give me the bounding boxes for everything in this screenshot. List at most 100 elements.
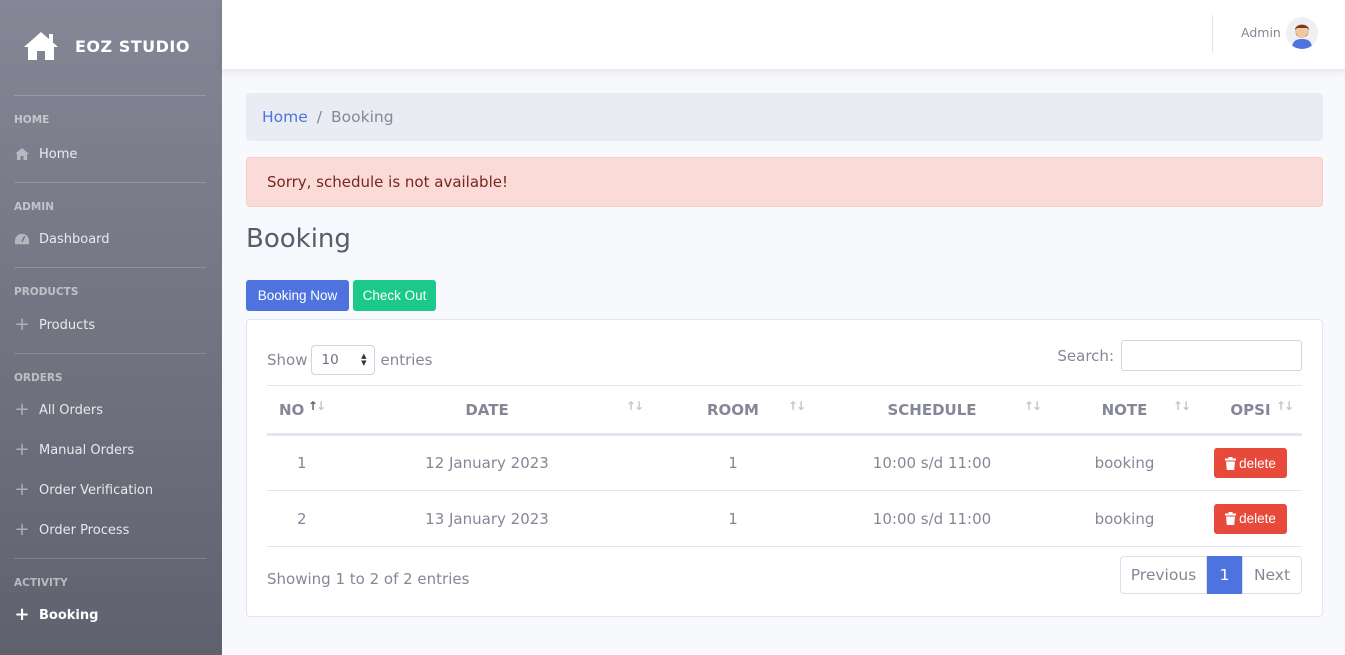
avatar[interactable] [1286, 17, 1318, 49]
search-label: Search: [1057, 346, 1114, 365]
breadcrumb-current: Booking [331, 108, 394, 126]
cell-date: 12 January 2023 [322, 434, 652, 491]
sidebar-item-dashboard[interactable]: Dashboard [0, 219, 222, 259]
brand[interactable]: EOZ STUDIO [0, 0, 222, 92]
booking-table: NO ↑↓ DATE ↑↓ ROOM ↑↓ SCHEDULE ↑↓ NOTE ↑… [267, 385, 1302, 547]
entries-label: entries [380, 351, 433, 369]
page-title: Booking [246, 224, 351, 254]
cell-opsi: delete [1199, 434, 1302, 491]
breadcrumb-separator: / [316, 108, 323, 126]
sort-icon: ↑↓ [1023, 399, 1042, 413]
show-label: Show [267, 351, 308, 369]
cell-no: 1 [267, 434, 322, 491]
pagination-next[interactable]: Next [1242, 556, 1302, 594]
sidebar-item-label: Products [39, 317, 96, 333]
breadcrumb-home-link[interactable]: Home [262, 108, 308, 126]
sidebar-divider [14, 182, 206, 183]
page-length-control: Show 10 ▲ ▼ entries [267, 345, 432, 375]
sidebar-heading-admin: ADMIN [14, 201, 54, 213]
sidebar-divider [14, 267, 206, 268]
cell-schedule: 10:00 s/d 11:00 [814, 434, 1050, 491]
cell-no: 2 [267, 490, 322, 547]
search-input[interactable] [1121, 340, 1302, 371]
plus-icon: + [14, 314, 30, 335]
pagination-previous[interactable]: Previous [1120, 556, 1207, 594]
column-header-date[interactable]: DATE ↑↓ [322, 385, 652, 436]
booking-table-card: Show 10 ▲ ▼ entries Search: NO ↑↓ DATE ↑… [246, 319, 1323, 617]
cell-note: booking [1050, 434, 1199, 491]
column-header-room[interactable]: ROOM ↑↓ [652, 385, 814, 436]
plus-icon: + [14, 399, 30, 420]
sort-icon: ↑↓ [1172, 399, 1191, 413]
sidebar-item-order-verification[interactable]: + Order Verification [0, 470, 222, 510]
tachometer-icon [15, 232, 29, 246]
sidebar-heading-products: PRODUCTS [14, 286, 79, 298]
alert-message: Sorry, schedule is not available! [267, 173, 508, 191]
cell-room: 1 [652, 434, 814, 491]
plus-icon: + [14, 604, 30, 625]
cell-room: 1 [652, 490, 814, 547]
sidebar-divider [14, 558, 206, 559]
sidebar-item-label: Home [39, 146, 78, 162]
column-header-no[interactable]: NO ↑↓ [267, 385, 326, 436]
topbar: Admin [222, 0, 1345, 69]
check-out-button[interactable]: Check Out [353, 280, 436, 311]
plus-icon: + [14, 519, 30, 540]
home-icon [15, 147, 29, 161]
sidebar-heading-orders: ORDERS [14, 372, 63, 384]
column-header-opsi[interactable]: OPSI ↑↓ [1199, 385, 1302, 436]
user-avatar-icon [1286, 17, 1318, 49]
cell-opsi: delete [1199, 490, 1302, 547]
cell-schedule: 10:00 s/d 11:00 [814, 490, 1050, 547]
sort-icon: ↑↓ [787, 399, 806, 413]
sidebar-divider [14, 353, 206, 354]
select-caret-icon: ▲ ▼ [361, 352, 367, 367]
sidebar-item-all-orders[interactable]: + All Orders [0, 390, 222, 430]
datatable-controls: Show 10 ▲ ▼ entries Search: [267, 340, 1302, 375]
column-header-note[interactable]: NOTE ↑↓ [1050, 385, 1199, 436]
delete-button[interactable]: delete [1214, 503, 1287, 534]
action-buttons: Booking Now Check Out [246, 280, 1323, 311]
sidebar-item-label: Order Verification [39, 482, 154, 498]
sidebar-item-label: Order Process [39, 522, 130, 538]
trash-icon [1225, 456, 1237, 470]
sidebar-item-label: Manual Orders [39, 442, 135, 458]
page-length-value: 10 [321, 352, 339, 368]
user-name[interactable]: Admin [1241, 25, 1281, 40]
sidebar-heading-activity: ACTIVITY [14, 577, 68, 589]
sidebar-item-label: All Orders [39, 402, 103, 418]
delete-button[interactable]: delete [1214, 448, 1287, 478]
sort-icon: ↑↓ [625, 399, 644, 413]
sidebar-heading-home: HOME [14, 114, 50, 126]
error-alert: Sorry, schedule is not available! [246, 157, 1323, 207]
table-row: 1 12 January 2023 1 10:00 s/d 11:00 book… [267, 434, 1302, 491]
brand-name: EOZ STUDIO [75, 36, 190, 56]
sidebar-item-home[interactable]: Home [0, 134, 222, 174]
booking-now-button[interactable]: Booking Now [246, 280, 349, 311]
sidebar-item-booking[interactable]: + Booking [0, 595, 222, 635]
column-header-schedule[interactable]: SCHEDULE ↑↓ [814, 385, 1050, 436]
table-header-row: NO ↑↓ DATE ↑↓ ROOM ↑↓ SCHEDULE ↑↓ NOTE ↑… [267, 385, 1302, 436]
page-length-select[interactable]: 10 ▲ ▼ [311, 345, 376, 375]
breadcrumb: Home / Booking [246, 93, 1323, 141]
sidebar-item-label: Booking [39, 607, 99, 623]
sort-icon: ↑↓ [1275, 399, 1294, 413]
sidebar-item-label: Dashboard [39, 231, 110, 247]
pagination-page-1[interactable]: 1 [1207, 556, 1242, 594]
cell-date: 13 January 2023 [322, 490, 652, 547]
sidebar-item-manual-orders[interactable]: + Manual Orders [0, 430, 222, 470]
sidebar-item-products[interactable]: + Products [0, 305, 222, 345]
plus-icon: + [14, 439, 30, 460]
home-icon [24, 32, 58, 60]
sidebar: EOZ STUDIO HOME Home ADMIN Dashboard PRO… [0, 0, 222, 655]
table-row: 2 13 January 2023 1 10:00 s/d 11:00 book… [267, 490, 1302, 547]
cell-note: booking [1050, 490, 1199, 547]
pagination: Previous 1 Next [1120, 556, 1302, 594]
table-info: Showing 1 to 2 of 2 entries [267, 570, 470, 588]
search-control: Search: [1057, 340, 1302, 371]
topbar-divider [1212, 15, 1213, 53]
sidebar-item-order-process[interactable]: + Order Process [0, 510, 222, 550]
sidebar-divider [14, 95, 206, 96]
main-content: Home / Booking Sorry, schedule is not av… [246, 93, 1323, 617]
plus-icon: + [14, 479, 30, 500]
